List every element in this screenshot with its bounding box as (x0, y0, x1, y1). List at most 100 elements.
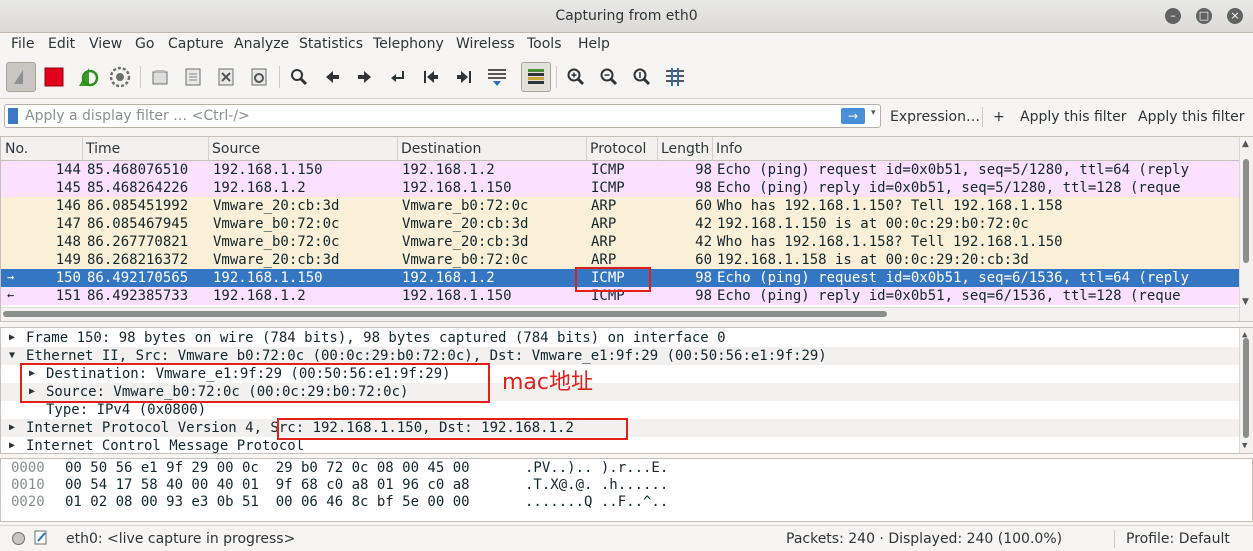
menu-statistics[interactable]: Statistics (299, 36, 363, 52)
scroll-down-arrow-icon[interactable]: ▼ (1242, 441, 1247, 451)
details-tree-row[interactable]: ▶ Frame 150: 98 bytes on wire (784 bits),… (1, 329, 1239, 347)
expand-arrow-down-icon[interactable]: ▼ (9, 350, 15, 361)
first-packet-icon[interactable] (416, 62, 446, 92)
details-tree-row[interactable]: Type: IPv4 (0x0800) (1, 401, 1239, 419)
packet-cell-info: 192.168.1.158 is at 00:0c:29:20:cb:3d (717, 252, 1029, 268)
column-header-destination[interactable]: Destination (401, 141, 481, 157)
apply-filter-button-1[interactable]: Apply this filter (1020, 109, 1127, 125)
menu-telephony[interactable]: Telephony (373, 36, 444, 52)
packet-cell-dst: 192.168.1.2 (402, 162, 495, 178)
packet-row[interactable]: 144 85.468076510 192.168.1.150 192.168.1.2 I… (1, 161, 1239, 179)
packet-cell-time: 86.085451992 (87, 198, 189, 214)
scroll-down-arrow-icon[interactable]: ▼ (1242, 297, 1249, 307)
packet-cell-no: 150 (55, 270, 81, 286)
scroll-up-arrow-icon[interactable]: ▲ (1242, 139, 1249, 149)
menu-help[interactable]: Help (578, 36, 610, 52)
expand-arrow-right-icon[interactable]: ▶ (9, 422, 15, 433)
profile-text[interactable]: Profile: Default (1126, 531, 1230, 547)
packet-cell-dst: Vmware_20:cb:3d (402, 234, 529, 250)
column-separator[interactable] (712, 137, 713, 161)
packet-list-horizontal-scroll-thumb[interactable] (3, 311, 887, 317)
zoom-in-icon[interactable] (561, 62, 591, 92)
packet-cell-info: 192.168.1.150 is at 00:0c:29:b0:72:0c (717, 216, 1029, 232)
last-packet-icon[interactable] (449, 62, 479, 92)
packet-row[interactable]: 147 86.085467945 Vmware_b0:72:0c Vmware_20:… (1, 215, 1239, 233)
autoscroll-icon[interactable] (482, 62, 512, 92)
column-header-no[interactable]: No. (5, 141, 28, 157)
packet-cell-len: 60 (695, 252, 712, 268)
menu-go[interactable]: Go (135, 36, 154, 52)
shark-fin-start-icon[interactable] (6, 62, 36, 92)
filter-bookmark-icon[interactable] (8, 108, 18, 124)
packet-count-text: Packets: 240 · Displayed: 240 (100.0%) (786, 531, 1063, 547)
menu-wireless[interactable]: Wireless (456, 36, 515, 52)
go-forward-icon[interactable] (350, 62, 380, 92)
packet-row[interactable]: 148 86.267770821 Vmware_b0:72:0c Vmware_20:… (1, 233, 1239, 251)
resize-columns-icon[interactable] (660, 62, 690, 92)
column-separator[interactable] (208, 137, 209, 161)
go-back-icon[interactable] (317, 62, 347, 92)
status-bar: eth0: <live capture in progress> Packets… (0, 525, 1253, 551)
column-separator[interactable] (657, 137, 658, 161)
packet-cell-proto: ARP (591, 216, 617, 232)
filter-history-dropdown-icon[interactable]: ▾ (871, 108, 876, 118)
menu-analyze[interactable]: Analyze (234, 36, 289, 52)
comment-edit-icon[interactable] (34, 530, 48, 546)
close-button[interactable]: × (1227, 8, 1243, 24)
menu-file[interactable]: File (11, 36, 34, 52)
apply-filter-button-2[interactable]: Apply this filter (1138, 109, 1245, 125)
open-file-icon[interactable] (145, 62, 175, 92)
column-header-time[interactable]: Time (86, 141, 120, 157)
packet-cell-no: 151 (55, 288, 81, 304)
packet-cell-time: 85.468264226 (87, 180, 189, 196)
column-header-length[interactable]: Length (661, 141, 709, 157)
find-packet-icon[interactable] (284, 62, 314, 92)
menu-capture[interactable]: Capture (168, 36, 224, 52)
capture-status-icon[interactable] (12, 532, 25, 545)
column-separator[interactable] (397, 137, 398, 161)
packet-cell-src: 192.168.1.150 (213, 270, 323, 286)
column-header-source[interactable]: Source (212, 141, 260, 157)
zoom-reset-icon[interactable] (627, 62, 657, 92)
capture-options-gear-icon[interactable] (105, 62, 135, 92)
minimize-button[interactable]: – (1165, 8, 1181, 24)
packet-row[interactable]: 145 85.468264226 192.168.1.2 192.168.1.150 I… (1, 179, 1239, 197)
expand-arrow-right-icon[interactable]: ▶ (9, 440, 15, 451)
hex-ascii: .PV..).. ).r...E. (525, 460, 669, 476)
reload-file-icon[interactable] (244, 62, 274, 92)
expand-arrow-right-icon[interactable]: ▶ (9, 332, 15, 343)
maximize-button[interactable]: □ (1196, 8, 1212, 24)
packet-list-vertical-scroll-thumb[interactable] (1243, 159, 1249, 263)
save-file-icon[interactable] (178, 62, 208, 92)
hex-ascii: .......Q ..F..^.. (525, 494, 669, 510)
add-filter-button[interactable]: + (993, 109, 1005, 125)
hex-dump-row[interactable]: 0020 01 02 08 00 93 e3 0b 51 00 06 46 8c … (1, 494, 1239, 511)
column-header-protocol[interactable]: Protocol (590, 141, 646, 157)
display-filter-input[interactable] (25, 106, 825, 126)
packet-cell-len: 98 (695, 270, 712, 286)
apply-filter-arrow-icon[interactable]: → (841, 108, 865, 124)
hex-bytes: 00 54 17 58 40 00 40 01 9f 68 c0 a8 01 9… (65, 477, 470, 493)
display-filter-field: → ▾ (4, 104, 881, 128)
column-separator[interactable] (82, 137, 83, 161)
expression-button[interactable]: Expression… (890, 109, 980, 125)
zoom-out-icon[interactable] (594, 62, 624, 92)
column-separator[interactable] (586, 137, 587, 161)
menu-edit[interactable]: Edit (48, 36, 75, 52)
packet-row[interactable]: 146 86.085451992 Vmware_20:cb:3d Vmware_b0:… (1, 197, 1239, 215)
close-file-icon[interactable] (211, 62, 241, 92)
stop-square-icon[interactable] (39, 62, 69, 92)
hex-bytes: 00 50 56 e1 9f 29 00 0c 29 b0 72 0c 08 0… (65, 460, 470, 476)
column-header-info[interactable]: Info (716, 141, 743, 157)
packet-details-vertical-scroll-thumb[interactable] (1243, 338, 1249, 438)
packet-cell-proto: ICMP (591, 162, 625, 178)
restart-capture-icon[interactable] (72, 62, 102, 92)
menu-tools[interactable]: Tools (527, 36, 562, 52)
hex-dump-row[interactable]: 0010 00 54 17 58 40 00 40 01 9f 68 c0 a8 … (1, 477, 1239, 494)
go-to-packet-icon[interactable] (383, 62, 413, 92)
title-bar: Capturing from eth0 – □ × (0, 0, 1253, 33)
packet-cell-info: Who has 192.168.1.158? Tell 192.168.1.15… (717, 234, 1063, 250)
menu-view[interactable]: View (89, 36, 122, 52)
hex-dump-row[interactable]: 0000 00 50 56 e1 9f 29 00 0c 29 b0 72 0c … (1, 460, 1239, 477)
colorize-icon[interactable] (521, 62, 551, 92)
